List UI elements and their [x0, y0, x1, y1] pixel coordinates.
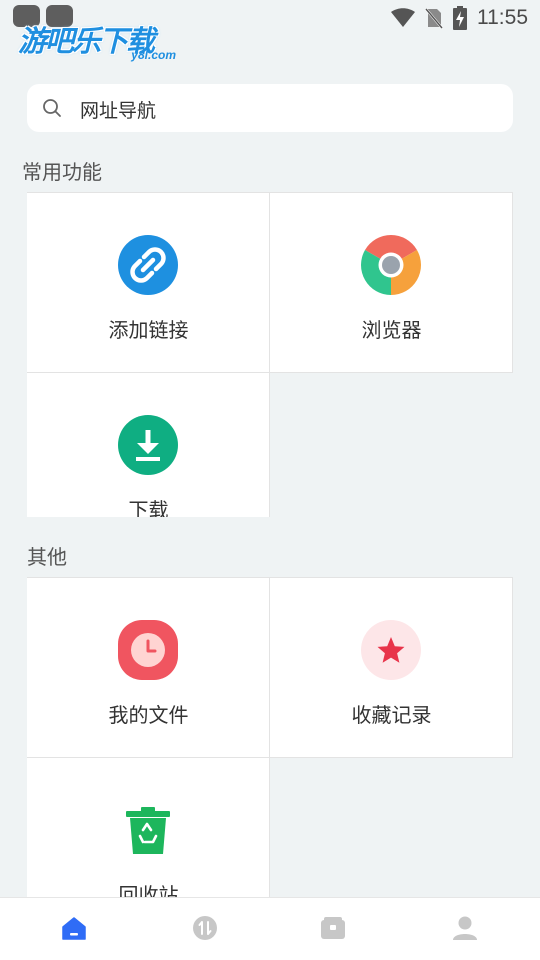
wifi-icon [391, 8, 415, 27]
common-grid: 添加链接 浏览器 下载 [27, 192, 513, 517]
clock-icon [118, 620, 178, 680]
profile-icon[interactable] [452, 915, 478, 941]
star-icon [361, 620, 421, 680]
grid-item-my-files[interactable]: 我的文件 [27, 577, 270, 758]
recycle-bin-icon [126, 807, 170, 854]
watermark-logo: 游吧乐下载 y8l.com [18, 18, 188, 68]
search-bar[interactable]: 网址导航 [27, 84, 513, 132]
other-grid: 我的文件 收藏记录 回收站 [27, 577, 513, 901]
transfer-icon[interactable] [192, 915, 218, 941]
grid-item-label: 收藏记录 [351, 703, 432, 727]
home-icon[interactable] [61, 915, 87, 941]
link-icon [118, 235, 178, 295]
system-icons: 11:55 [391, 6, 528, 30]
grid-item-label: 浏览器 [361, 318, 422, 342]
no-sim-icon [425, 8, 443, 29]
bottom-navigation [0, 897, 540, 960]
grid-item-label: 下载 [128, 498, 169, 517]
grid-item-favorites[interactable]: 收藏记录 [270, 577, 513, 758]
grid-item-browser[interactable]: 浏览器 [270, 192, 513, 373]
section-title-other: 其他 [27, 545, 67, 569]
watermark-domain: y8l.com [131, 48, 176, 62]
chrome-icon [361, 235, 421, 295]
box-icon[interactable] [320, 915, 346, 941]
search-icon [43, 99, 61, 117]
section-title-common: 常用功能 [22, 160, 102, 184]
grid-item-download[interactable]: 下载 [27, 373, 270, 517]
grid-item-add-link[interactable]: 添加链接 [27, 192, 270, 373]
status-time: 11:55 [477, 6, 528, 29]
grid-item-label: 添加链接 [108, 318, 189, 342]
grid-item-label: 我的文件 [108, 703, 189, 727]
download-icon [118, 415, 178, 475]
grid-item-recycle-bin[interactable]: 回收站 [27, 758, 270, 901]
battery-charging-icon [453, 6, 467, 30]
search-placeholder: 网址导航 [80, 100, 157, 122]
